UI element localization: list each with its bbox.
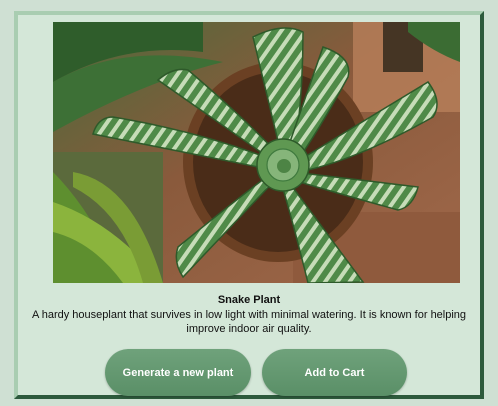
plant-card: Snake Plant A hardy houseplant that surv… xyxy=(14,11,484,399)
add-to-cart-button[interactable]: Add to Cart xyxy=(262,349,407,396)
plant-photo xyxy=(53,22,460,283)
generate-plant-button[interactable]: Generate a new plant xyxy=(105,349,251,396)
plant-name: Snake Plant xyxy=(217,294,281,306)
page-background: Snake Plant A hardy houseplant that surv… xyxy=(0,0,498,406)
plant-description: A hardy houseplant that survives in low … xyxy=(31,309,467,335)
